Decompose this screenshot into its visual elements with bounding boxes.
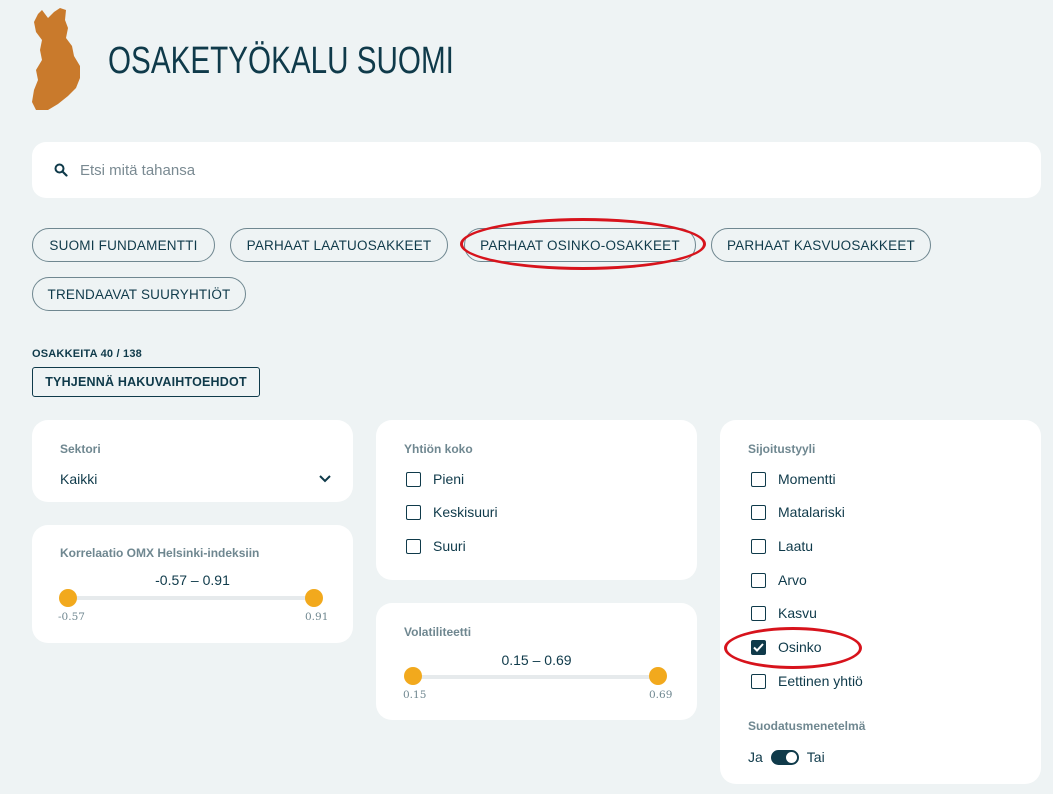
option-label: Matalariski [778, 504, 845, 520]
style-option-eettinen-yhtio[interactable]: Eettinen yhtiö [751, 673, 863, 689]
correlation-filter-card: Korrelaatio OMX Helsinki-indeksiin -0.57… [32, 525, 353, 643]
filter-method-toggle-group: Ja Tai [748, 749, 825, 765]
option-label: Laatu [778, 538, 814, 554]
correlation-label: Korrelaatio OMX Helsinki-indeksiin [60, 546, 260, 560]
volatility-max-tick: 0.69 [649, 689, 673, 701]
checkbox[interactable] [406, 471, 421, 487]
checkbox[interactable] [751, 538, 766, 554]
filter-method-label: Suodatusmenetelmä [748, 719, 866, 733]
style-option-matalariski[interactable]: Matalariski [751, 504, 845, 520]
correlation-range-text: -0.57 – 0.91 [155, 572, 230, 588]
option-label: Suuri [433, 538, 466, 554]
preset-suomi-fundamentti[interactable]: SUOMI FUNDAMENTTI [32, 228, 215, 262]
correlation-track[interactable] [68, 596, 316, 600]
preset-parhaat-osinko-osakkeet[interactable]: PARHAAT OSINKO-OSAKKEET [464, 228, 696, 262]
option-label: Eettinen yhtiö [778, 673, 863, 689]
correlation-min-handle[interactable] [59, 589, 77, 607]
preset-parhaat-laatuosakkeet[interactable]: PARHAAT LAATUOSAKKEET [230, 228, 448, 262]
style-option-kasvu[interactable]: Kasvu [751, 605, 817, 621]
company-size-label: Yhtiön koko [404, 442, 473, 456]
preset-trendaavat-suuryhtiot[interactable]: TRENDAAVAT SUURYHTIÖT [32, 277, 246, 311]
volatility-range-text: 0.15 – 0.69 [501, 652, 572, 668]
investment-style-card: Sijoitustyyli Momentti Matalariski Laatu… [720, 420, 1041, 784]
option-label: Keskisuuri [433, 504, 498, 520]
style-option-arvo[interactable]: Arvo [751, 572, 807, 588]
toggle-left-label: Ja [748, 749, 763, 765]
volatility-filter-card: Volatiliteetti 0.15 – 0.69 0.15 0.69 [376, 603, 697, 720]
checkbox[interactable] [751, 504, 766, 520]
filter-method-toggle[interactable] [770, 749, 799, 765]
option-label: Momentti [778, 471, 836, 487]
correlation-min-tick: -0.57 [58, 611, 85, 623]
size-option-pieni[interactable]: Pieni [406, 471, 464, 487]
checkbox[interactable] [406, 504, 421, 520]
search-icon [54, 163, 68, 177]
check-icon [753, 642, 764, 652]
sector-label: Sektori [60, 442, 101, 456]
sector-filter-card: Sektori Kaikki [32, 420, 353, 502]
volatility-max-handle[interactable] [649, 667, 667, 685]
checkbox[interactable] [751, 471, 766, 487]
app-title: OSAKETYÖKALU SUOMI [108, 40, 454, 82]
chevron-down-icon[interactable] [318, 474, 332, 484]
checkbox[interactable] [751, 673, 766, 689]
sector-select[interactable]: Kaikki [60, 471, 97, 487]
volatility-min-tick: 0.15 [403, 689, 427, 701]
correlation-max-handle[interactable] [305, 589, 323, 607]
option-label: Arvo [778, 572, 807, 588]
search-input[interactable] [80, 161, 980, 179]
checkbox-checked[interactable] [751, 639, 766, 655]
volatility-track[interactable] [412, 675, 660, 679]
toggle-knob [785, 751, 797, 763]
option-label: Pieni [433, 471, 465, 487]
clear-filters-button[interactable]: TYHJENNÄ HAKUVAIHTOEHDOT [32, 367, 260, 397]
option-label: Kasvu [778, 605, 817, 621]
preset-parhaat-kasvuosakkeet[interactable]: PARHAAT KASVUOSAKKEET [711, 228, 931, 262]
finland-map-icon [32, 8, 80, 110]
option-label: Osinko [778, 639, 822, 655]
size-option-keskisuuri[interactable]: Keskisuuri [406, 504, 498, 520]
checkbox[interactable] [751, 605, 766, 621]
checkbox[interactable] [751, 572, 766, 588]
volatility-min-handle[interactable] [404, 667, 422, 685]
style-option-laatu[interactable]: Laatu [751, 538, 813, 554]
style-label: Sijoitustyyli [748, 442, 816, 456]
toggle-right-label: Tai [806, 749, 825, 765]
style-option-momentti[interactable]: Momentti [751, 471, 836, 487]
volatility-label: Volatiliteetti [404, 625, 472, 639]
correlation-max-tick: 0.91 [305, 611, 329, 623]
checkbox[interactable] [406, 538, 421, 554]
results-count: OSAKKEITA 40 / 138 [32, 348, 142, 360]
size-option-suuri[interactable]: Suuri [406, 538, 466, 554]
style-option-osinko[interactable]: Osinko [751, 639, 822, 655]
company-size-card: Yhtiön koko Pieni Keskisuuri Suuri [376, 420, 697, 580]
search-bar[interactable] [32, 142, 1041, 198]
